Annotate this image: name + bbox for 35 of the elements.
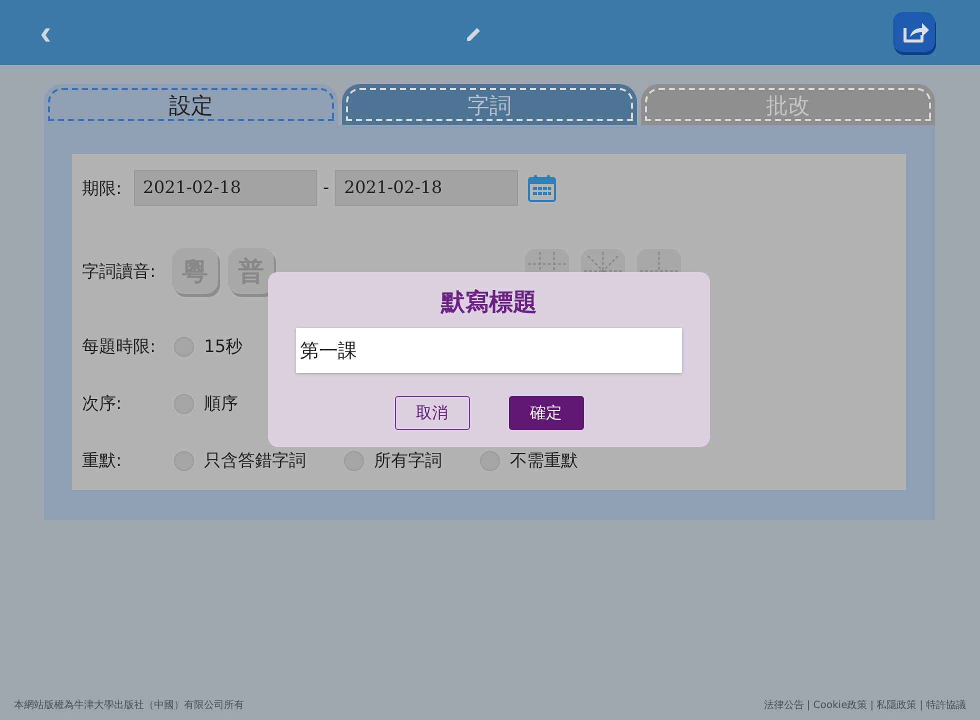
tab[interactable]: 字詞	[342, 84, 637, 125]
back-button[interactable]: ‹	[36, 16, 56, 50]
order-label: 次序:	[82, 393, 123, 415]
deadline-label: 期限:	[82, 178, 123, 200]
link-separator: |	[920, 700, 923, 711]
time-limit-label: 每題時限:	[82, 336, 157, 358]
footer-link[interactable]: 法律公告	[764, 700, 804, 711]
share-icon[interactable]	[892, 10, 938, 56]
option-label: 順序	[204, 393, 238, 415]
footer-link[interactable]: Cookie政策	[813, 700, 868, 711]
cancel-button[interactable]: 取消	[394, 396, 470, 430]
end-date-field[interactable]: 2021-02-18	[335, 170, 518, 206]
radio-button[interactable]	[480, 450, 500, 470]
dialog-title: 默寫標題	[441, 287, 537, 318]
option-label: 15秒	[204, 336, 243, 358]
tab[interactable]: 設定	[44, 84, 338, 125]
redo-label: 重默:	[82, 450, 123, 472]
radio-button[interactable]	[344, 450, 364, 470]
footer-link[interactable]: 私隱政策	[876, 700, 917, 711]
title-input-field[interactable]: 第一課	[296, 328, 682, 373]
confirm-button[interactable]: 確定	[508, 396, 584, 430]
option-label: 只含答錯字詞	[204, 450, 306, 472]
option-label: 所有字詞	[374, 450, 442, 472]
start-date-field[interactable]: 2021-02-18	[134, 170, 317, 206]
radio-button[interactable]	[174, 394, 194, 414]
pronunciation-label: 字詞讀音:	[82, 260, 157, 282]
date-separator: -	[323, 178, 330, 198]
copyright-text: 本網站版權為牛津大學出版社（中國）有限公司所有	[14, 698, 244, 712]
link-separator: |	[806, 700, 810, 711]
footer-link[interactable]: 特許協議	[926, 700, 966, 711]
option-label: 不需重默	[510, 450, 578, 472]
calendar-icon[interactable]	[528, 174, 556, 202]
radio-button[interactable]	[174, 336, 194, 356]
link-separator: |	[870, 700, 874, 711]
radio-button[interactable]	[174, 450, 194, 470]
